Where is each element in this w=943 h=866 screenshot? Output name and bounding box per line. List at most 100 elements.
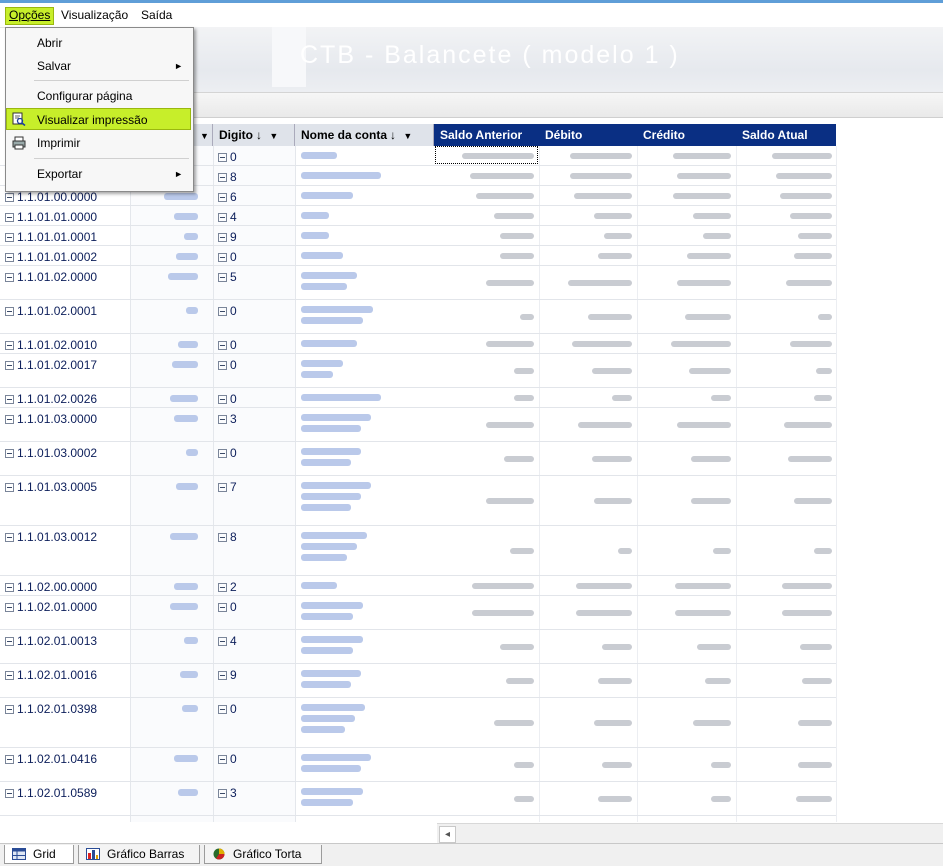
dropdown-arrow-icon[interactable]: ▼	[200, 131, 209, 141]
cell-conta[interactable]: 1.1.01.01.0002	[5, 250, 97, 264]
cell-digito[interactable]: 9	[218, 230, 237, 244]
collapse-icon[interactable]	[218, 233, 227, 242]
cell-digito[interactable]: 5	[218, 270, 237, 284]
cell-digito[interactable]: 0	[218, 304, 237, 318]
cell-conta[interactable]: 1.1.02.01.0013	[5, 634, 97, 648]
table-row[interactable]: 1.1.01.01.0001 9	[0, 226, 836, 246]
collapse-icon[interactable]	[5, 671, 14, 680]
column-header-nome-conta[interactable]: Nome da conta ↓ ▼	[295, 124, 434, 146]
collapse-icon[interactable]	[218, 603, 227, 612]
table-row[interactable]: 1.1.01.02.0017 0	[0, 354, 836, 388]
collapse-icon[interactable]	[218, 533, 227, 542]
cell-conta[interactable]: 1.1.01.03.0002	[5, 446, 97, 460]
collapse-icon[interactable]	[5, 755, 14, 764]
collapse-icon[interactable]	[5, 705, 14, 714]
collapse-icon[interactable]	[218, 341, 227, 350]
cell-digito[interactable]: 0	[218, 446, 237, 460]
collapse-icon[interactable]	[218, 307, 227, 316]
collapse-icon[interactable]	[218, 671, 227, 680]
collapse-icon[interactable]	[5, 233, 14, 242]
table-row[interactable]: 1.1.01.02.0001 0	[0, 300, 836, 334]
collapse-icon[interactable]	[5, 637, 14, 646]
cell-conta[interactable]: 1.1.02.01.0398	[5, 702, 97, 716]
column-header-digito[interactable]: Digito ↓ ▼	[213, 124, 295, 146]
collapse-icon[interactable]	[5, 213, 14, 222]
collapse-icon[interactable]	[5, 483, 14, 492]
dropdown-arrow-icon[interactable]: ▼	[269, 131, 278, 141]
cell-conta[interactable]: 1.1.02.01.0589	[5, 786, 97, 800]
collapse-icon[interactable]	[218, 483, 227, 492]
table-row[interactable]: 1.1.01.02.0026 0	[0, 388, 836, 408]
collapse-icon[interactable]	[218, 193, 227, 202]
table-row[interactable]: 1.1.01.01.0000 4	[0, 206, 836, 226]
column-header-saldo-atual[interactable]: Saldo Atual	[736, 124, 836, 146]
table-row[interactable]: 1.1.02.01.0013 4	[0, 630, 836, 664]
table-row[interactable]: 1.1.01.02.0010 0	[0, 334, 836, 354]
cell-conta[interactable]: 1.1.01.03.0005	[5, 480, 97, 494]
table-row[interactable]: 1.1.01.03.0000 3	[0, 408, 836, 442]
tab-grafico-barras[interactable]: Gráfico Barras	[78, 845, 200, 864]
collapse-icon[interactable]	[218, 583, 227, 592]
collapse-icon[interactable]	[218, 361, 227, 370]
column-header-codigo[interactable]: ▼	[192, 124, 213, 146]
cell-digito[interactable]: 0	[218, 392, 237, 406]
collapse-icon[interactable]	[5, 789, 14, 798]
cell-conta[interactable]: 1.1.01.02.0010	[5, 338, 97, 352]
menu-item-exportar[interactable]: Exportar ►	[6, 163, 191, 185]
cell-digito[interactable]: 3	[218, 412, 237, 426]
column-header-credito[interactable]: Crédito	[637, 124, 736, 146]
table-row[interactable]: 1.1.02.01.0398 0	[0, 698, 836, 748]
menu-opcoes[interactable]: Opções	[5, 7, 55, 25]
cell-conta[interactable]: 1.1.01.01.0000	[5, 210, 97, 224]
cell-digito[interactable]: 8	[218, 170, 237, 184]
collapse-icon[interactable]	[218, 637, 227, 646]
cell-conta[interactable]: 1.1.01.02.0026	[5, 392, 97, 406]
cell-conta[interactable]: 1.1.02.01.0016	[5, 668, 97, 682]
column-header-saldo-anterior[interactable]: Saldo Anterior	[434, 124, 539, 146]
cell-conta[interactable]: 1.1.01.02.0001	[5, 304, 97, 318]
cell-digito[interactable]: 6	[218, 190, 237, 204]
collapse-icon[interactable]	[5, 415, 14, 424]
table-row[interactable]: 1.1.01.02.0000 5	[0, 266, 836, 300]
collapse-icon[interactable]	[5, 583, 14, 592]
collapse-icon[interactable]	[218, 273, 227, 282]
dropdown-arrow-icon[interactable]: ▼	[403, 131, 412, 141]
collapse-icon[interactable]	[5, 603, 14, 612]
collapse-icon[interactable]	[218, 449, 227, 458]
cell-digito[interactable]: 3	[218, 786, 237, 800]
cell-digito[interactable]: 0	[218, 338, 237, 352]
column-header-debito[interactable]: Débito	[539, 124, 637, 146]
menu-visualizacao[interactable]: Visualização	[58, 7, 131, 23]
collapse-icon[interactable]	[218, 213, 227, 222]
collapse-icon[interactable]	[5, 449, 14, 458]
collapse-icon[interactable]	[5, 193, 14, 202]
table-row[interactable]: 1.1.02.00.0000 2	[0, 576, 836, 596]
cell-digito[interactable]: 4	[218, 210, 237, 224]
cell-conta[interactable]: 1.1.02.01.0000	[5, 600, 97, 614]
collapse-icon[interactable]	[5, 533, 14, 542]
cell-conta[interactable]: 1.1.01.00.0000	[5, 190, 97, 204]
table-row[interactable]: 1.1.01.03.0012 8	[0, 526, 836, 576]
cell-conta[interactable]: 1.1.01.01.0001	[5, 230, 97, 244]
menu-item-abrir[interactable]: Abrir	[6, 32, 191, 54]
collapse-icon[interactable]	[218, 395, 227, 404]
collapse-icon[interactable]	[218, 789, 227, 798]
cell-conta[interactable]: 1.1.01.03.0000	[5, 412, 97, 426]
table-row[interactable]: 1.1.01.03.0002 0	[0, 442, 836, 476]
table-row[interactable]: 1.1.01.03.0005 7	[0, 476, 836, 526]
menu-item-visualizar-impressao[interactable]: Visualizar impressão	[6, 108, 191, 130]
cell-digito[interactable]: 4	[218, 634, 237, 648]
collapse-icon[interactable]	[218, 253, 227, 262]
cell-conta[interactable]: 1.1.02.01.0416	[5, 752, 97, 766]
cell-digito[interactable]: 8	[218, 530, 237, 544]
menu-saida[interactable]: Saída	[138, 7, 175, 23]
table-row[interactable]: 1.1.02.01.0416 0	[0, 748, 836, 782]
cell-conta[interactable]: 1.1.01.03.0012	[5, 530, 97, 544]
scroll-left-icon[interactable]: ◂	[439, 826, 456, 843]
cell-conta[interactable]: 1.1.01.02.0000	[5, 270, 97, 284]
cell-digito[interactable]: 0	[218, 752, 237, 766]
tab-grid[interactable]: Grid	[4, 845, 74, 864]
selected-cell[interactable]	[435, 146, 538, 164]
cell-conta[interactable]: 1.1.01.02.0017	[5, 358, 97, 372]
cell-digito[interactable]: 0	[218, 600, 237, 614]
